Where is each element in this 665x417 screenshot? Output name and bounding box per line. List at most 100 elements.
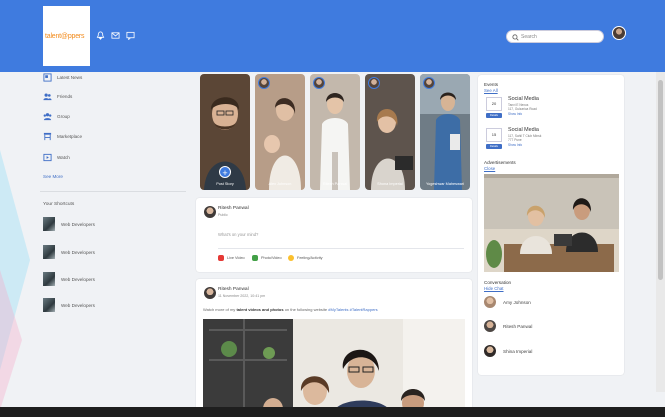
- story-card-post[interactable]: + Post Story: [200, 74, 250, 190]
- add-story-button[interactable]: +: [219, 166, 231, 178]
- ad-photo: [484, 174, 619, 272]
- sidebar-item-label: Latest News: [57, 74, 83, 80]
- event-details-button[interactable]: Details: [486, 144, 502, 149]
- conversation-item[interactable]: Ritesh Panwal: [484, 319, 532, 333]
- conversation-item[interactable]: Shina Imperial: [484, 344, 532, 358]
- advertisements-title: Advertisements: [484, 160, 516, 165]
- story-card[interactable]: Alex Johnson: [255, 74, 305, 190]
- shortcut-thumbnail: [43, 298, 55, 312]
- advertisement-image[interactable]: [484, 174, 619, 272]
- story-name: Alex Johnson: [268, 182, 292, 186]
- sidebar-item-group[interactable]: Group: [43, 111, 70, 121]
- search-placeholder: Search: [521, 34, 537, 40]
- post-text-bold: talent videos and photos: [236, 307, 284, 312]
- post-author[interactable]: Ritesh Panwal: [218, 287, 249, 292]
- sidebar-item-latest-news[interactable]: Latest News: [43, 72, 82, 82]
- user-avatar[interactable]: [612, 26, 626, 40]
- action-label: Photo/Video: [261, 256, 282, 260]
- post-composer: Ritesh Panwal Public What's on your mind…: [196, 198, 472, 272]
- shortcuts-title: Your Shortcuts: [43, 202, 75, 207]
- sidebar-item-watch[interactable]: Watch: [43, 152, 70, 162]
- composer-visibility[interactable]: Public: [218, 213, 228, 217]
- post-text: Watch more of my talent videos and photo…: [203, 307, 378, 312]
- event-date: 20: [486, 97, 502, 111]
- close-ads-link[interactable]: Close: [484, 166, 495, 171]
- post-text-part: Watch more of my: [203, 307, 236, 312]
- post-photo: [203, 319, 465, 417]
- story-photo: [420, 74, 470, 190]
- conversation-name: Amy Johnson: [503, 299, 531, 305]
- action-label: Feeling/Activity: [297, 256, 323, 260]
- shortcut-item[interactable]: Web Developers: [43, 245, 95, 259]
- story-avatar: [313, 77, 325, 89]
- conversation-title: Conversation: [484, 280, 512, 285]
- action-label: Live Video: [227, 256, 245, 260]
- live-video-icon: [218, 255, 224, 261]
- post-image[interactable]: [203, 319, 465, 417]
- chat-icon[interactable]: [126, 31, 135, 40]
- search-input[interactable]: Search: [506, 30, 604, 43]
- sidebar-item-friends[interactable]: Friends: [43, 91, 72, 101]
- feeling-activity-button[interactable]: Feeling/Activity: [288, 254, 323, 262]
- marketplace-icon: [43, 132, 52, 141]
- event-title: Social Media: [508, 96, 539, 102]
- events-title: Events: [484, 82, 499, 87]
- composer-user-name: Ritesh Panwal: [218, 206, 249, 211]
- see-more-link[interactable]: See More: [43, 174, 63, 179]
- sidebar-item-label: Friends: [57, 93, 73, 99]
- logo-text: talent@ppers: [45, 33, 85, 40]
- sidebar-item-label: Watch: [57, 154, 70, 160]
- live-video-button[interactable]: Live Video: [218, 254, 245, 262]
- story-card[interactable]: Shona Imperial: [365, 74, 415, 190]
- shortcut-item[interactable]: Web Developers: [43, 298, 95, 312]
- event-details-button[interactable]: Details: [486, 113, 502, 118]
- divider: [218, 248, 464, 249]
- post-date: 11 November 2022, 10:41 pm: [218, 294, 266, 298]
- shortcut-thumbnail: [43, 245, 55, 259]
- composer-input[interactable]: What's on your mind?: [218, 232, 258, 237]
- shortcut-item[interactable]: Web Developers: [43, 272, 95, 286]
- mail-icon[interactable]: [111, 31, 120, 40]
- watch-icon: [43, 153, 52, 162]
- group-icon: [43, 112, 52, 121]
- avatar: [484, 320, 496, 332]
- shortcut-label: Web Developers: [61, 221, 95, 227]
- event-detail: 777 Pune: [508, 138, 522, 142]
- logo[interactable]: talent@ppers: [43, 6, 90, 66]
- shortcut-label: Web Developers: [61, 249, 95, 255]
- sidebar-item-label: Marketplace: [57, 133, 83, 139]
- story-name: Post Story: [216, 182, 234, 186]
- shortcut-thumbnail: [43, 217, 55, 231]
- top-navigation-bar: talent@ppers Search: [0, 0, 665, 72]
- decorative-shape: [0, 270, 22, 410]
- divider: [40, 191, 186, 192]
- stories-strip: + Post Story Alex Johnson Ritesh Panwal: [196, 72, 472, 192]
- story-photo: [310, 74, 360, 190]
- conversation-name: Shina Imperial: [503, 348, 533, 354]
- photo-video-button[interactable]: Photo/Video: [252, 254, 282, 262]
- search-icon: [512, 34, 519, 41]
- story-card[interactable]: Ritesh Panwal: [310, 74, 360, 190]
- story-avatar: [258, 77, 270, 89]
- friends-icon: [43, 92, 52, 101]
- event-show-info[interactable]: Show Info: [508, 143, 522, 147]
- shortcut-item[interactable]: Web Developers: [43, 217, 95, 231]
- bell-icon[interactable]: [96, 31, 105, 40]
- event-date: 15: [486, 128, 502, 142]
- story-name: Ritesh Panwal: [322, 182, 348, 186]
- story-name: Yogeshwar Maheswari: [425, 182, 465, 186]
- story-photo: [365, 74, 415, 190]
- story-card[interactable]: Yogeshwar Maheswari: [420, 74, 470, 190]
- event-show-info[interactable]: Show Info: [508, 112, 522, 116]
- sidebar-item-marketplace[interactable]: Marketplace: [43, 131, 82, 141]
- see-all-link[interactable]: See All: [484, 88, 498, 93]
- story-photo: [255, 74, 305, 190]
- hide-chat-link[interactable]: Hide Chat: [484, 286, 504, 291]
- scrollbar-thumb[interactable]: [658, 80, 663, 280]
- story-avatar: [368, 77, 380, 89]
- post-hashtags[interactable]: #MyTalents #TalentRappers: [328, 307, 377, 312]
- shortcut-label: Web Developers: [61, 276, 95, 282]
- conversation-item[interactable]: Amy Johnson: [484, 295, 531, 309]
- event-title: Social Media: [508, 127, 539, 133]
- feed-post: Ritesh Panwal 11 November 2022, 10:41 pm…: [196, 279, 472, 417]
